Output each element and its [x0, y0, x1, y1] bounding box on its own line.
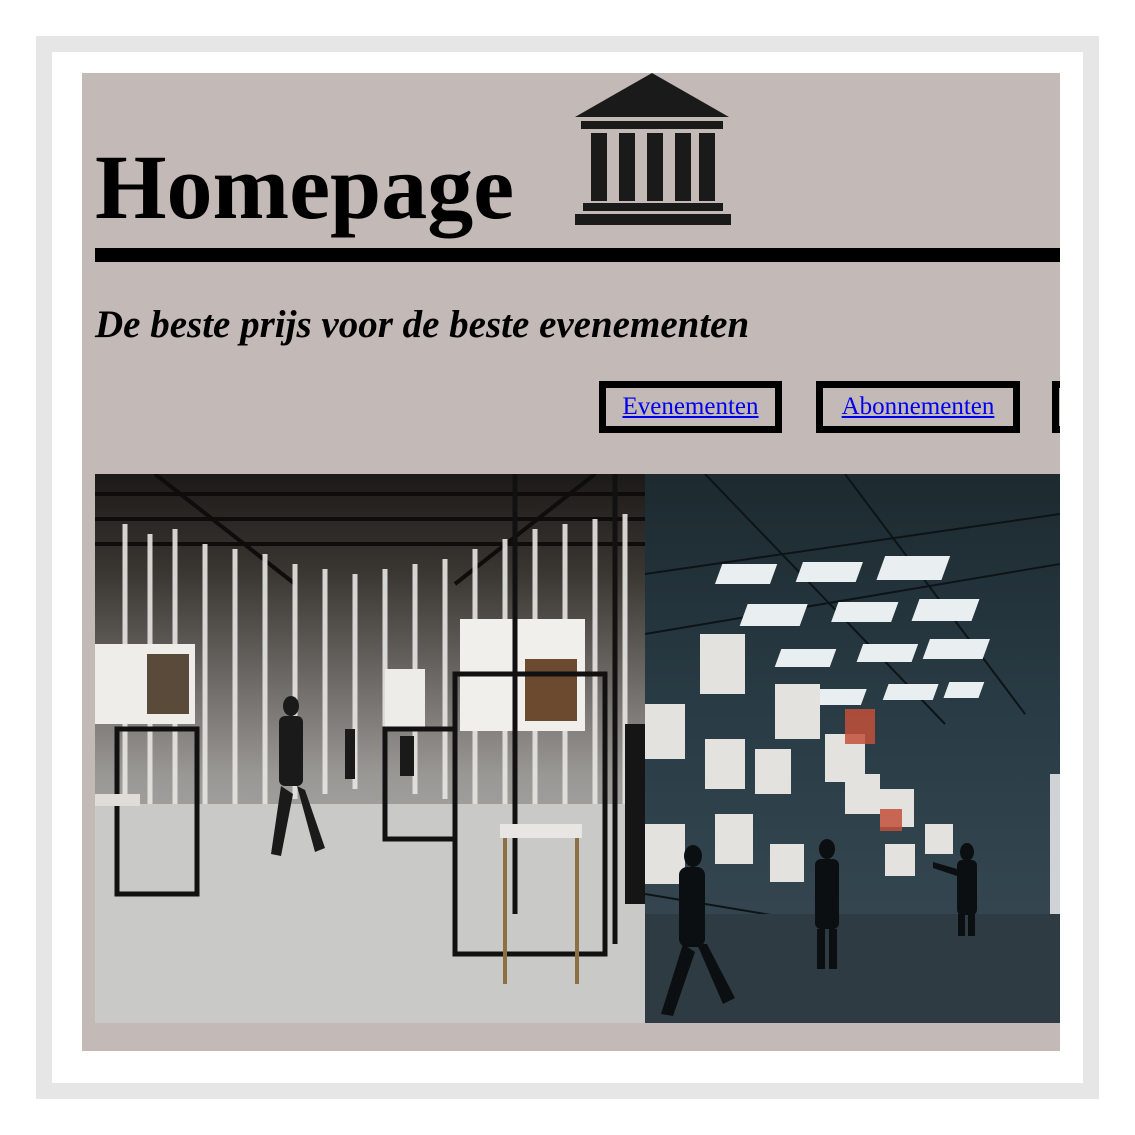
nav-link-abonnementen[interactable]: Abonnementen: [842, 393, 995, 421]
museum-building-icon: [571, 73, 733, 227]
page-title: Homepage: [95, 136, 515, 238]
tagline: De beste prijs voor de beste evenementen: [95, 303, 750, 346]
homepage-content: Homepage De beste prijs voor de beste ev…: [82, 73, 1060, 1051]
inner-frame: Homepage De beste prijs voor de beste ev…: [52, 52, 1083, 1083]
outer-frame: Homepage De beste prijs voor de beste ev…: [36, 36, 1099, 1099]
nav-item-abonnementen[interactable]: Abonnementen: [816, 381, 1020, 433]
exhibition-hall-photo: [95, 474, 645, 1023]
light-installation-photo: [645, 474, 1060, 1023]
nav-link-evenementen[interactable]: Evenementen: [622, 393, 758, 421]
nav-item-evenementen[interactable]: Evenementen: [599, 381, 782, 433]
nav-item-partial[interactable]: [1052, 381, 1060, 433]
title-divider: [95, 248, 1060, 262]
